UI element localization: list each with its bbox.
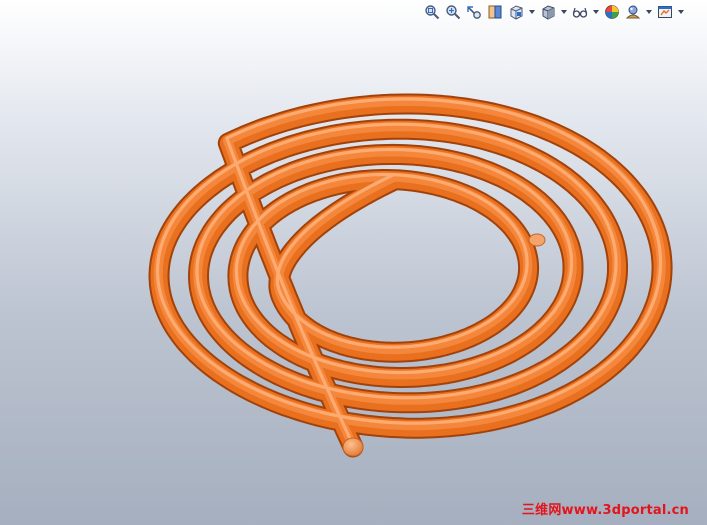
hide-show-items-button[interactable] bbox=[571, 3, 589, 21]
view-orientation-button[interactable] bbox=[507, 3, 525, 21]
view-settings-dropdown[interactable] bbox=[677, 3, 685, 21]
edit-appearance-button[interactable] bbox=[603, 3, 621, 21]
apply-scene-button[interactable] bbox=[624, 3, 642, 21]
display-style-icon bbox=[542, 5, 555, 20]
watermark: 三维网www.3dportal.cn bbox=[521, 503, 689, 518]
hide-show-items-dropdown[interactable] bbox=[592, 3, 600, 21]
display-style-dropdown[interactable] bbox=[560, 3, 568, 21]
display-style-button[interactable] bbox=[539, 3, 557, 21]
view-settings-button[interactable] bbox=[656, 3, 674, 21]
previous-view-icon bbox=[467, 6, 481, 19]
heads-up-view-toolbar bbox=[423, 2, 685, 22]
zoom-to-fit-icon bbox=[425, 5, 440, 20]
view-settings-icon bbox=[658, 6, 672, 18]
edit-appearance-icon bbox=[605, 5, 619, 19]
chevron-down-icon bbox=[678, 10, 684, 14]
chevron-down-icon bbox=[529, 10, 535, 14]
tube-end-cap bbox=[342, 437, 364, 457]
spiral-tube-model[interactable] bbox=[148, 93, 673, 458]
zoom-to-area-icon bbox=[446, 5, 461, 20]
hide-show-items-icon bbox=[572, 7, 588, 18]
chevron-down-icon bbox=[593, 10, 599, 14]
zoom-to-area-button[interactable] bbox=[444, 3, 462, 21]
apply-scene-dropdown[interactable] bbox=[645, 3, 653, 21]
section-view-icon bbox=[488, 5, 502, 19]
previous-view-button[interactable] bbox=[465, 3, 483, 21]
section-view-button[interactable] bbox=[486, 3, 504, 21]
zoom-to-fit-button[interactable] bbox=[423, 3, 441, 21]
view-orientation-dropdown[interactable] bbox=[528, 3, 536, 21]
chevron-down-icon bbox=[646, 10, 652, 14]
tube-start-cap bbox=[528, 233, 546, 247]
apply-scene-icon bbox=[625, 5, 641, 19]
graphics-area[interactable] bbox=[0, 0, 707, 525]
chevron-down-icon bbox=[561, 10, 567, 14]
view-orientation-icon bbox=[510, 5, 523, 20]
